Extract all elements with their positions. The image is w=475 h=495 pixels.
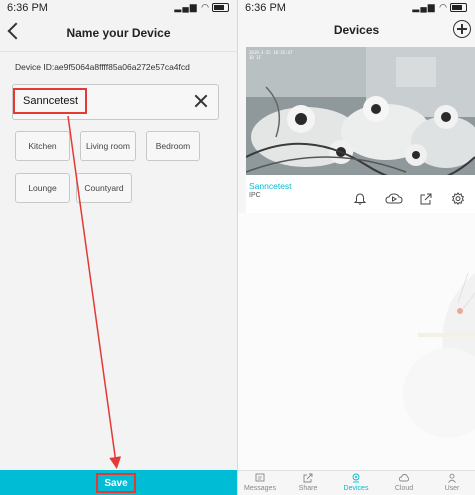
header: Name your Device [0, 17, 237, 52]
device-name: Sanncetest [249, 181, 292, 191]
tab-label: Cloud [394, 485, 414, 492]
camera-preview[interactable]: 2019-3-25 18:35:47 3D 1F [246, 47, 475, 175]
tab-messages[interactable]: Messages [238, 473, 282, 492]
status-icons: ▂▄▆ ◠ [412, 2, 467, 13]
instruction-arrow [67, 115, 122, 469]
tab-label: Messages [244, 485, 276, 492]
room-illustration [238, 213, 475, 470]
room-chip-countyard[interactable]: Countyard [76, 173, 132, 203]
header: Devices [238, 17, 475, 45]
share-icon[interactable] [419, 192, 433, 206]
background-image [238, 213, 475, 470]
add-device-icon[interactable] [453, 20, 471, 38]
page-title: Devices [333, 23, 380, 37]
cloud-icon [399, 474, 409, 482]
room-chip-lounge[interactable]: Lounge [15, 173, 70, 203]
name-device-screen: 6:36 PM ▂▄▆ ◠ Name your Device Device ID… [0, 0, 237, 495]
status-icons: ▂▄▆ ◠ [174, 2, 229, 13]
messages-icon [255, 473, 265, 482]
camera-osd-sub: 3D 1F [249, 55, 262, 60]
device-id-label: Device ID:ae9f5064a8ffff85a06a272e57ca4f… [15, 62, 190, 72]
clear-icon[interactable] [194, 94, 208, 108]
input-highlight-box [13, 88, 87, 114]
tab-cloud[interactable]: Cloud [382, 473, 426, 492]
settings-icon[interactable] [451, 192, 465, 206]
save-button[interactable]: Save [96, 473, 136, 493]
device-type: IPC [249, 192, 261, 199]
tab-share[interactable]: Share [286, 473, 330, 492]
tab-devices[interactable]: Devices [334, 473, 378, 492]
camera-preview-image [246, 47, 475, 175]
device-card[interactable]: Sanncetest IPC [246, 175, 475, 213]
user-icon [448, 473, 456, 483]
tab-label: Share [298, 485, 318, 492]
room-chip-bedroom[interactable]: Bedroom [146, 131, 200, 161]
status-bar: 6:36 PM ▂▄▆ ◠ [238, 0, 475, 17]
tab-label: User [444, 485, 460, 492]
cloud-play-icon[interactable] [385, 192, 403, 206]
camera-timestamp: 2019-3-25 18:35:47 3D 1F [249, 50, 292, 60]
bell-icon[interactable] [353, 192, 367, 206]
tab-label: Devices [343, 485, 369, 492]
battery-icon [450, 3, 467, 13]
save-bar: Save [0, 470, 237, 495]
bottom-tab-bar: Messages Share Devices Cloud User [238, 470, 475, 495]
status-bar: 6:36 PM ▂▄▆ ◠ [0, 0, 237, 17]
room-chip-living-room[interactable]: Living room [80, 131, 136, 161]
tab-user[interactable]: User [430, 473, 474, 492]
battery-icon [212, 3, 229, 13]
devices-screen: 6:36 PM ▂▄▆ ◠ Devices 2019-3-25 18:35:47… [238, 0, 475, 495]
status-time: 6:36 PM [7, 2, 48, 14]
page-title: Name your Device [66, 26, 171, 40]
room-chip-kitchen[interactable]: Kitchen [15, 131, 70, 161]
share-icon [303, 473, 313, 483]
devices-icon [352, 473, 360, 483]
status-time: 6:36 PM [245, 2, 286, 14]
